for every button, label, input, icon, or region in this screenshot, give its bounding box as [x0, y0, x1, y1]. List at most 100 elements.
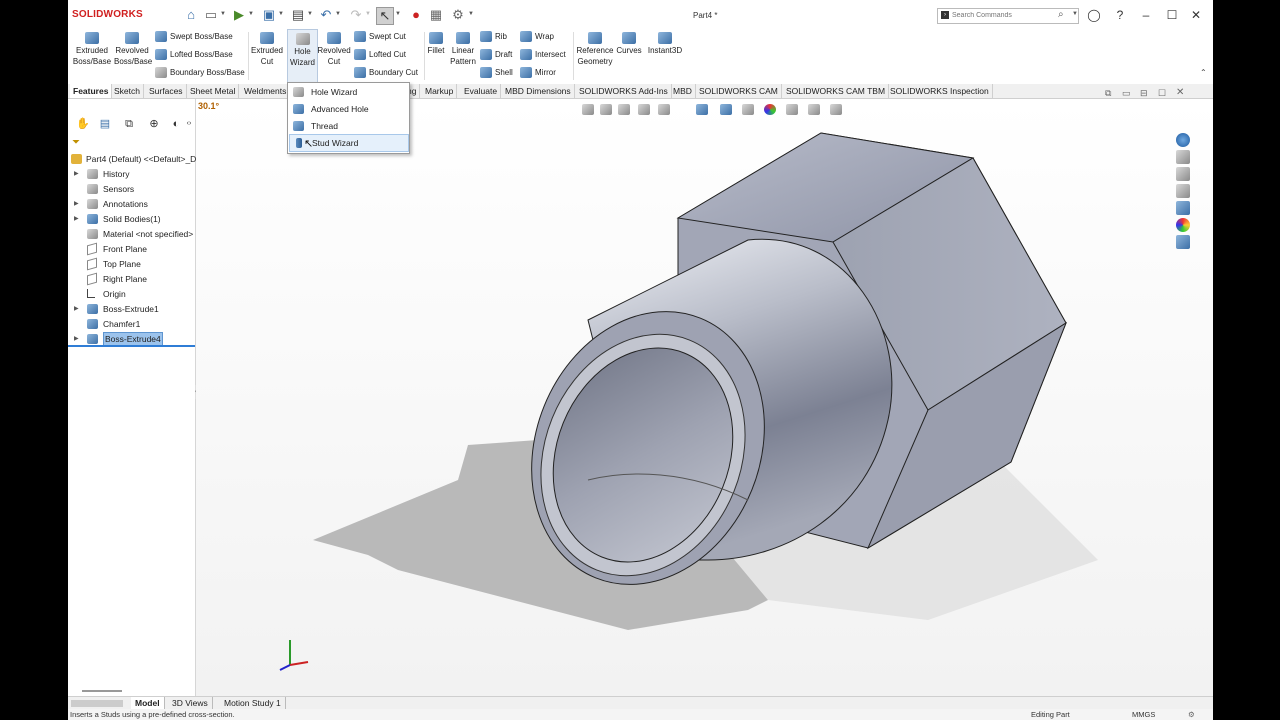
curves-button[interactable]: Curves [616, 32, 642, 56]
viewport-tile-icon[interactable]: ⊟ [1140, 88, 1148, 99]
close-button[interactable]: ✕ [1188, 7, 1204, 23]
save-dropdown-icon[interactable]: ▼ [278, 11, 284, 17]
edit-appearance-icon[interactable] [764, 104, 776, 115]
options-dropdown-icon[interactable]: ▼ [468, 11, 474, 17]
tab-solidworks-cam-tbm[interactable]: SOLIDWORKS CAM TBM [783, 84, 890, 98]
lofted-boss-button[interactable]: Lofted Boss/Base [155, 48, 233, 62]
home-icon[interactable]: ⌂ [183, 7, 199, 23]
extruded-cut-button[interactable]: Extruded Cut [249, 32, 285, 67]
expand-icon[interactable]: ▶ [74, 302, 79, 316]
rebuild-icon[interactable]: ● [408, 7, 424, 23]
menu-item-hole-wizard[interactable]: Hole Wizard [289, 84, 407, 100]
tab-solidworks-add-ins[interactable]: SOLIDWORKS Add-Ins [576, 84, 672, 98]
configuration-manager-tab-icon[interactable]: ⧉ [119, 116, 139, 132]
expand-icon[interactable]: ▶ [74, 167, 79, 181]
tab-features[interactable]: Features [70, 84, 113, 98]
tab-sketch[interactable]: Sketch [111, 84, 144, 98]
monitor-icon[interactable] [830, 104, 842, 115]
revolved-cut-button[interactable]: Revolved Cut [317, 32, 351, 67]
reference-geometry-button[interactable]: Reference Geometry [575, 32, 615, 67]
graphics-area[interactable] [196, 99, 1213, 696]
property-manager-tab-icon[interactable]: ▤ [95, 116, 115, 132]
expand-icon[interactable]: ▶ [74, 197, 79, 211]
file-properties-icon[interactable]: ▦ [428, 7, 444, 23]
menu-item-advanced-hole[interactable]: Advanced Hole [289, 101, 407, 117]
tab-scroll-arrows[interactable] [71, 700, 123, 707]
status-units[interactable]: MMGS [1132, 709, 1155, 720]
search-icon[interactable]: ⌕ [1058, 9, 1064, 20]
viewport-close-icon[interactable]: ✕ [1176, 87, 1184, 98]
maximize-button[interactable]: ☐ [1164, 7, 1180, 23]
tab-weldments[interactable]: Weldments [241, 84, 291, 98]
new-document-icon[interactable]: ▭ [203, 7, 219, 23]
tab-surfaces[interactable]: Surfaces [146, 84, 187, 98]
search-input[interactable] [952, 10, 1052, 21]
undo-dropdown-icon[interactable]: ▼ [335, 11, 341, 17]
options-gear-icon[interactable]: ⚙ [450, 7, 466, 23]
filter-icon[interactable]: ⏷ [72, 137, 80, 148]
solidworks-resources-icon[interactable] [1176, 133, 1190, 147]
tab-solidworks-cam[interactable]: SOLIDWORKS CAM [696, 84, 782, 98]
lofted-cut-button[interactable]: Lofted Cut [354, 48, 406, 62]
swept-boss-button[interactable]: Swept Boss/Base [155, 30, 233, 44]
section-view-icon[interactable] [638, 104, 650, 115]
linear-pattern-button[interactable]: Linear Pattern [448, 32, 478, 67]
tab-mbd-dimensions[interactable]: MBD Dimensions [502, 84, 575, 98]
custom-properties-icon[interactable] [1176, 235, 1190, 249]
view-palette-icon[interactable] [1176, 184, 1190, 198]
display-manager-tab-icon[interactable]: ◐ [169, 116, 183, 132]
new-dropdown-icon[interactable]: ▼ [220, 11, 226, 17]
select-dropdown-icon[interactable]: ▼ [395, 11, 401, 17]
tab-sheet-metal[interactable]: Sheet Metal [187, 84, 240, 98]
feature-manager-tab-icon[interactable]: ✋ [73, 116, 93, 132]
scenes-icon[interactable] [1176, 218, 1190, 232]
previous-view-icon[interactable] [618, 104, 630, 115]
redo-icon[interactable]: ↷ [348, 7, 364, 23]
zoom-to-fit-icon[interactable] [582, 104, 594, 115]
view-settings-icon[interactable] [808, 104, 820, 115]
open-dropdown-icon[interactable]: ▼ [248, 11, 254, 17]
shell-button[interactable]: Shell [480, 66, 513, 80]
tab-solidworks-inspection[interactable]: SOLIDWORKS Inspection [887, 84, 993, 98]
search-commands-box[interactable]: › ⌕ [937, 8, 1079, 24]
file-explorer-icon[interactable] [1176, 167, 1190, 181]
redo-dropdown-icon[interactable]: ▼ [365, 11, 371, 17]
boundary-boss-button[interactable]: Boundary Boss/Base [155, 66, 245, 80]
wrap-button[interactable]: Wrap [520, 30, 554, 44]
print-dropdown-icon[interactable]: ▼ [307, 11, 313, 17]
view-orientation-icon[interactable] [696, 104, 708, 115]
viewport-minimize-icon[interactable]: ▭ [1122, 88, 1131, 99]
fillet-button[interactable]: Fillet [426, 32, 446, 56]
boundary-cut-button[interactable]: Boundary Cut [354, 66, 418, 80]
viewport-restore-icon[interactable]: ⧉ [1105, 88, 1111, 99]
select-icon[interactable]: ↖ [376, 7, 394, 25]
rollback-bar[interactable] [68, 345, 195, 347]
user-account-icon[interactable]: ◯ [1086, 7, 1102, 23]
horizontal-scrollbar[interactable] [82, 690, 122, 692]
extruded-boss-button[interactable]: Extruded Boss/Base [72, 32, 112, 67]
tab-mbd[interactable]: MBD [670, 84, 696, 98]
viewport-maximize-icon[interactable]: ☐ [1158, 88, 1166, 99]
search-dropdown-icon[interactable]: ▼ [1072, 11, 1078, 17]
expand-icon[interactable]: ▶ [74, 332, 79, 346]
appearances-icon[interactable] [1176, 201, 1190, 215]
zoom-to-area-icon[interactable] [600, 104, 612, 115]
apply-scene-icon[interactable] [786, 104, 798, 115]
print-icon[interactable]: ▤ [290, 7, 306, 23]
tab-markup[interactable]: Markup [422, 84, 458, 98]
revolved-boss-button[interactable]: Revolved Boss/Base [114, 32, 152, 67]
minimize-button[interactable]: – [1138, 7, 1154, 23]
hole-wizard-button[interactable]: Hole Wizard [287, 29, 318, 86]
tab-evaluate[interactable]: Evaluate [461, 84, 502, 98]
rib-button[interactable]: Rib [480, 30, 507, 44]
panel-tabs-more-icon[interactable]: ‹› [184, 116, 194, 132]
swept-cut-button[interactable]: Swept Cut [354, 30, 406, 44]
help-icon[interactable]: ? [1112, 7, 1128, 23]
draft-button[interactable]: Draft [480, 48, 512, 62]
collapse-ribbon-icon[interactable]: ⌃ [1200, 68, 1207, 77]
save-icon[interactable]: ▣ [261, 7, 277, 23]
open-icon[interactable]: ▶ [231, 7, 247, 23]
mirror-button[interactable]: Mirror [520, 66, 556, 80]
design-library-icon[interactable] [1176, 150, 1190, 164]
instant3d-button[interactable]: Instant3D [646, 32, 684, 56]
